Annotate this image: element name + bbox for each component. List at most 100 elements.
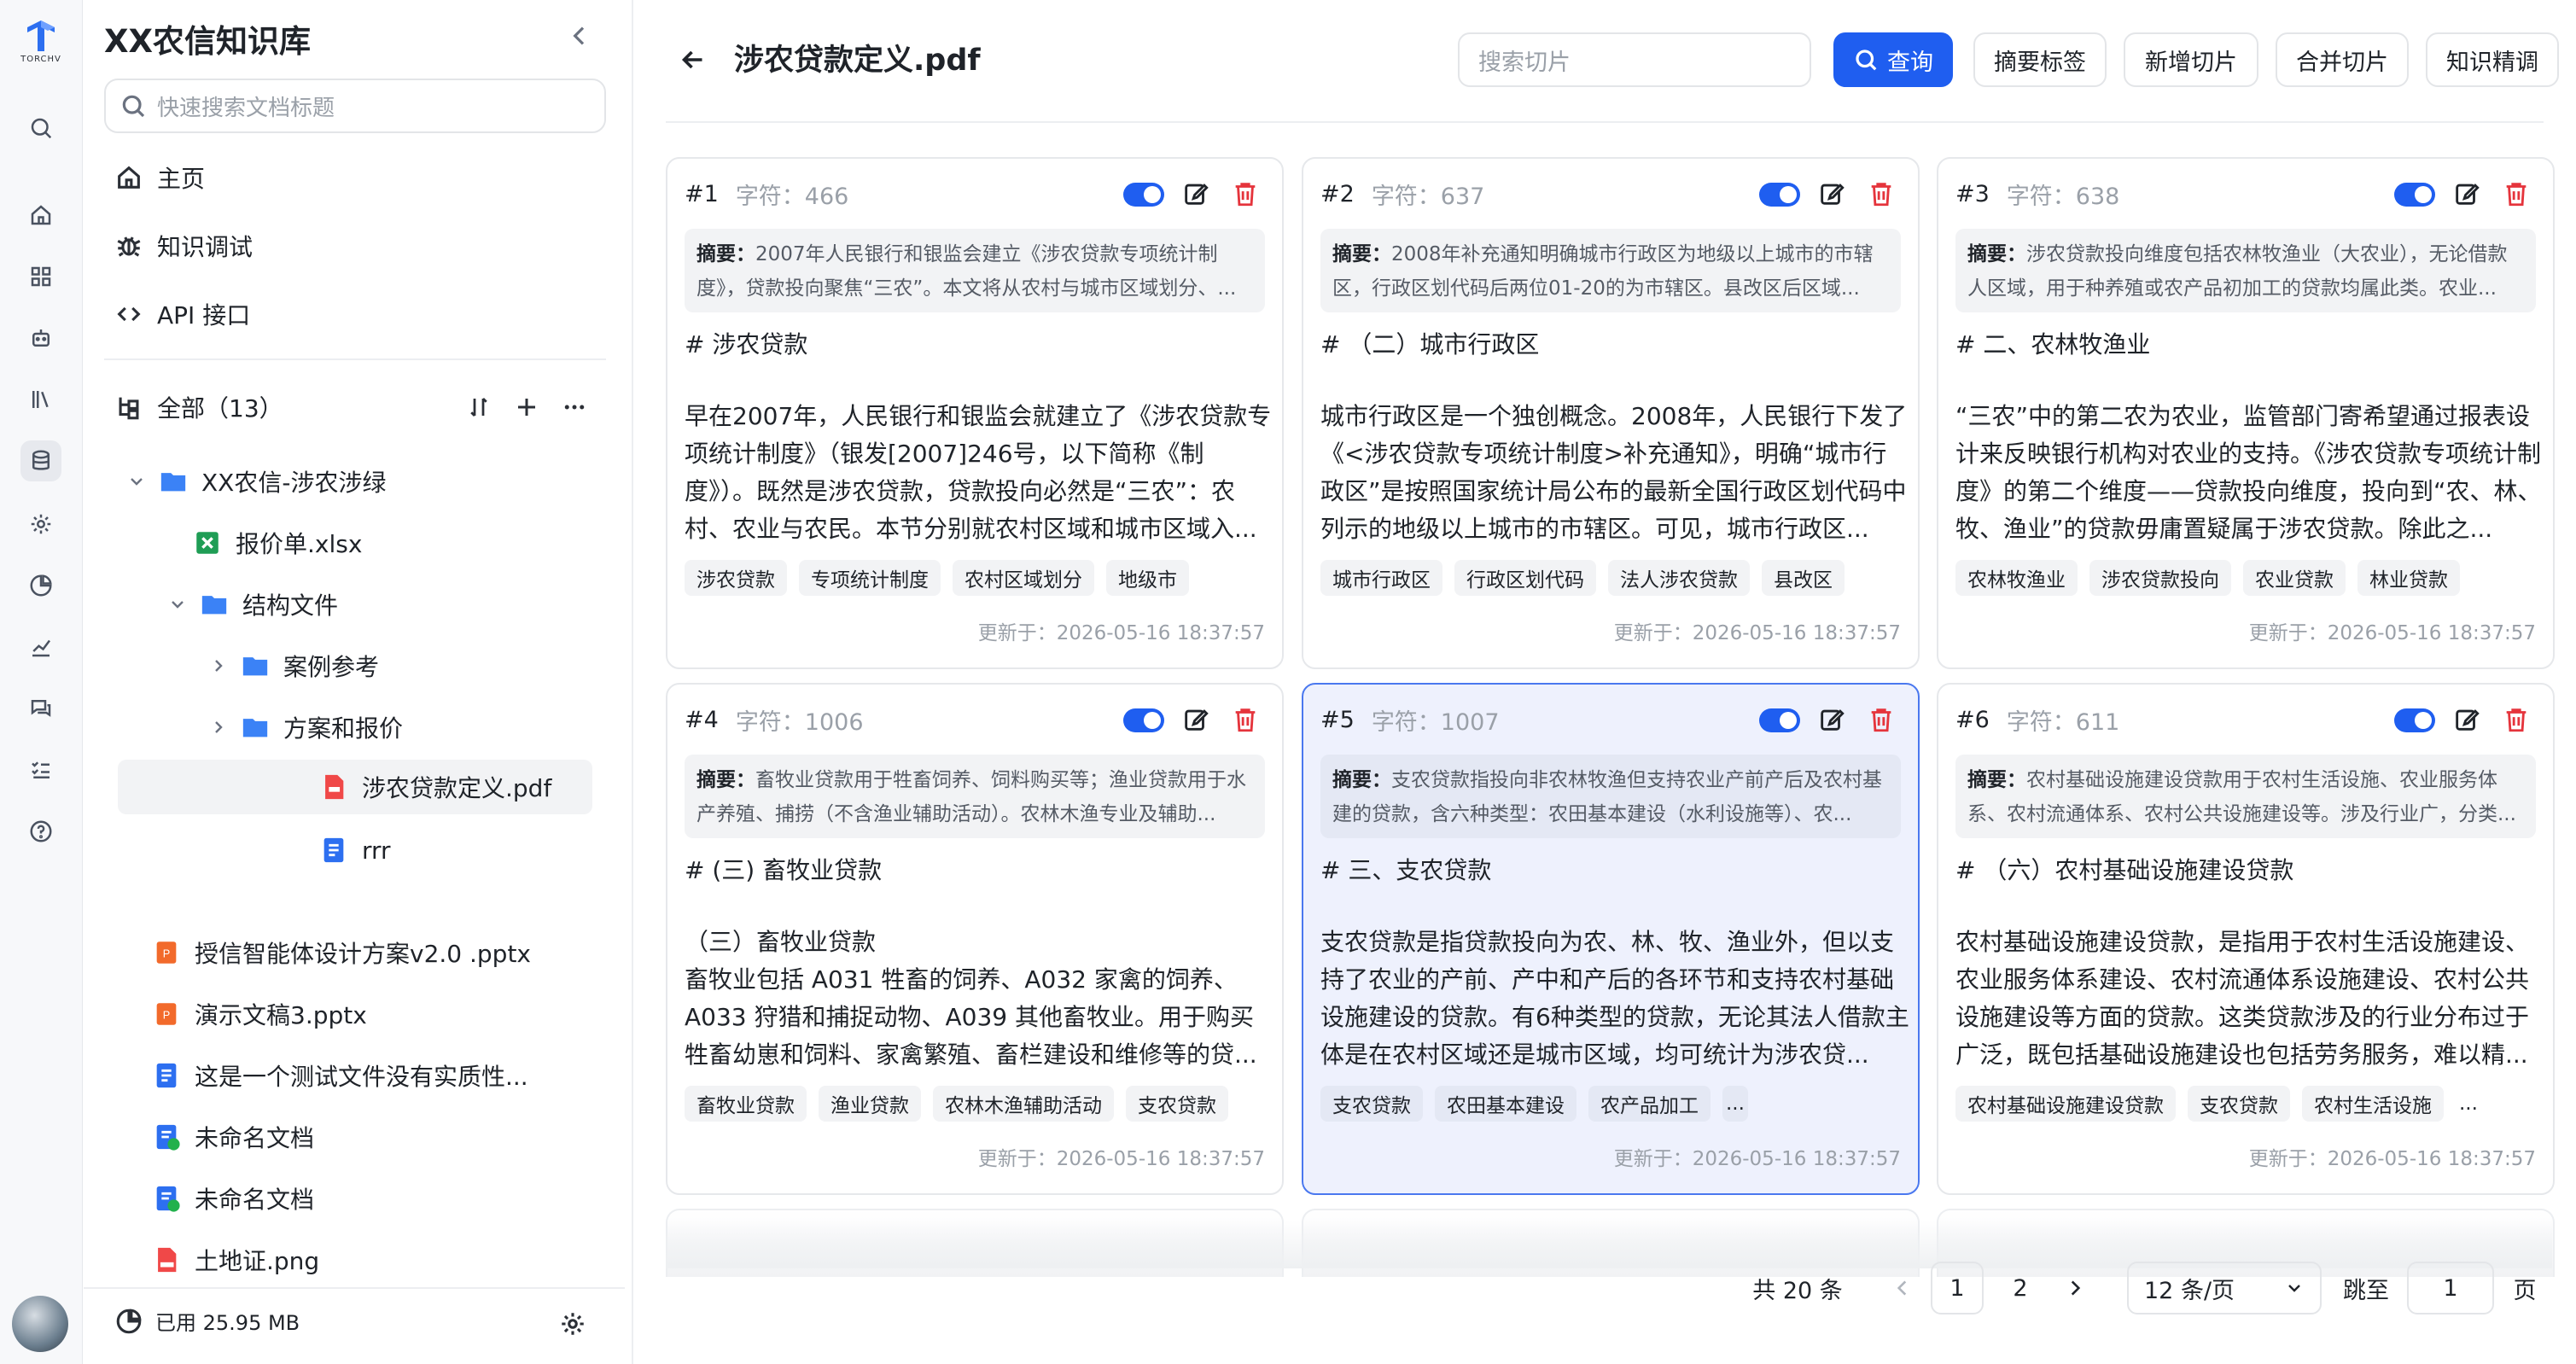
- summary-label: 摘要：: [696, 769, 755, 791]
- chunk-tag[interactable]: 农田基本建设: [1435, 1086, 1576, 1122]
- nav-api[interactable]: API 接口: [114, 287, 250, 341]
- rail-home[interactable]: [20, 195, 61, 236]
- edit-icon[interactable]: [1181, 705, 1210, 734]
- edit-icon[interactable]: [1181, 179, 1210, 208]
- summary-tags-button[interactable]: 摘要标签: [1973, 32, 2107, 87]
- tree-folder-quotes[interactable]: 方案和报价: [208, 700, 601, 755]
- trash-icon[interactable]: [1867, 705, 1896, 734]
- rail-chat[interactable]: [20, 688, 61, 729]
- avatar[interactable]: [12, 1296, 68, 1352]
- chunk-tag[interactable]: 地级市: [1106, 560, 1189, 596]
- page-size-select[interactable]: 12 条/页: [2127, 1262, 2322, 1314]
- tree-file-pdf-selected[interactable]: 涉农贷款定义.pdf: [118, 760, 592, 814]
- chunk-tag[interactable]: 支农贷款: [1126, 1086, 1228, 1122]
- edit-icon[interactable]: [2452, 179, 2481, 208]
- rail-agent[interactable]: [20, 318, 61, 358]
- add-icon[interactable]: [514, 394, 539, 420]
- chunk-tag[interactable]: 农村基础设施建设贷款: [1955, 1086, 2176, 1122]
- more-tags[interactable]: ...: [2456, 1086, 2481, 1122]
- rail-search[interactable]: [20, 108, 61, 149]
- chunk-tag[interactable]: 林业贷款: [2357, 560, 2460, 596]
- rail-library[interactable]: [20, 379, 61, 420]
- gear-icon[interactable]: [558, 1309, 587, 1338]
- tree-file-pptx[interactable]: P 演示文稿3.pptx: [152, 987, 613, 1041]
- chunk-tag[interactable]: 农村生活设施: [2302, 1086, 2444, 1122]
- app-logo[interactable]: TORCHV: [19, 19, 63, 70]
- page-2-button[interactable]: 2: [1994, 1262, 2047, 1314]
- rail-apps[interactable]: [20, 256, 61, 297]
- chunk-tag[interactable]: 农林牧渔业: [1955, 560, 2078, 596]
- chunk-tag[interactable]: 法人涉农贷款: [1608, 560, 1750, 596]
- tree-file-pptx[interactable]: P 授信智能体设计方案v2.0 .pptx: [152, 925, 613, 980]
- chunk-tag[interactable]: 行政区划代码: [1454, 560, 1596, 596]
- edit-icon[interactable]: [2452, 705, 2481, 734]
- more-icon[interactable]: [562, 394, 587, 420]
- knowledge-finetune-button[interactable]: 知识精调: [2426, 32, 2559, 87]
- trash-icon[interactable]: [2502, 705, 2531, 734]
- tree-folder-cases[interactable]: 案例参考: [208, 638, 601, 693]
- chunk-tag[interactable]: 畜牧业贷款: [685, 1086, 807, 1122]
- query-button[interactable]: 查询: [1833, 32, 1953, 87]
- chunk-tag[interactable]: 县改区: [1762, 560, 1845, 596]
- chunk-header: #6 字符：611: [1955, 703, 2119, 737]
- tree-file-doc[interactable]: 未命名文档: [152, 1171, 613, 1226]
- tree-file-xlsx[interactable]: 报价单.xlsx: [193, 516, 603, 570]
- chunk-enable-toggle[interactable]: [1759, 183, 1800, 207]
- chunk-card[interactable]: #1 字符：466 摘要：2007年人民银行和银监会建立《涉农贷款专项统计制度》…: [666, 157, 1284, 669]
- chunk-tag[interactable]: 农业贷款: [2243, 560, 2346, 596]
- chunk-tag[interactable]: 涉农贷款投向: [2089, 560, 2231, 596]
- chunk-card[interactable]: #6 字符：611 摘要：农村基础设施建设贷款用于农村生活设施、农业服务体系、农…: [1937, 683, 2555, 1195]
- edit-icon[interactable]: [1817, 705, 1846, 734]
- chunk-enable-toggle[interactable]: [2394, 183, 2435, 207]
- next-page-button[interactable]: [2057, 1262, 2093, 1314]
- rail-help[interactable]: [20, 811, 61, 852]
- merge-chunks-button[interactable]: 合并切片: [2276, 32, 2409, 87]
- chunk-enable-toggle[interactable]: [1123, 183, 1164, 207]
- jump-page-input[interactable]: 1: [2407, 1262, 2494, 1314]
- chunk-enable-toggle[interactable]: [1759, 708, 1800, 732]
- chunk-tag[interactable]: 渔业贷款: [819, 1086, 921, 1122]
- chunk-tag[interactable]: 农林木渔辅助活动: [933, 1086, 1114, 1122]
- chunk-enable-toggle[interactable]: [1123, 708, 1164, 732]
- trash-icon[interactable]: [1231, 179, 1260, 208]
- chunk-card[interactable]: #2 字符：637 摘要：2008年补充通知明确城市行政区为地级以上城市的市辖区…: [1302, 157, 1920, 669]
- tree-file-doc[interactable]: 这是一个测试文件没有实质性...: [152, 1048, 613, 1103]
- trash-icon[interactable]: [1867, 179, 1896, 208]
- nav-debug[interactable]: 知识调试: [114, 219, 253, 273]
- back-arrow-icon[interactable]: [678, 44, 708, 75]
- chunk-card[interactable]: #3 字符：638 摘要：涉农贷款投向维度包括农林牧渔业（大农业），无论借款人区…: [1937, 157, 2555, 669]
- page-1-button[interactable]: 1: [1931, 1262, 1984, 1314]
- chunk-tag[interactable]: 农产品加工: [1588, 1086, 1711, 1122]
- icon-rail: TORCHV: [0, 0, 83, 1364]
- tree-file-png[interactable]: 土地证.png: [152, 1233, 613, 1287]
- chunk-tag[interactable]: 专项统计制度: [799, 560, 941, 596]
- rail-tasks[interactable]: [20, 749, 61, 790]
- trash-icon[interactable]: [2502, 179, 2531, 208]
- tree-file-rrr[interactable]: rrr: [319, 823, 601, 877]
- rail-knowledge[interactable]: [20, 440, 61, 481]
- chunk-enable-toggle[interactable]: [2394, 708, 2435, 732]
- tree-folder-root[interactable]: XX农信-涉农涉绿: [126, 454, 604, 509]
- chunk-card[interactable]: #5 字符：1007 摘要：支农贷款指投向非农林牧渔但支持农业产前产后及农村基建…: [1302, 683, 1920, 1195]
- chunk-search-input[interactable]: 搜索切片: [1458, 32, 1811, 87]
- chunk-tag[interactable]: 支农贷款: [1320, 1086, 1423, 1122]
- chunk-tag[interactable]: 农村区域划分: [953, 560, 1094, 596]
- add-chunk-button[interactable]: 新增切片: [2124, 32, 2258, 87]
- collapse-sidebar-icon[interactable]: [566, 22, 593, 50]
- rail-analytics[interactable]: [20, 627, 61, 667]
- tree-folder-structure[interactable]: 结构文件: [167, 577, 603, 632]
- doc-search-input[interactable]: 快速搜索文档标题: [104, 79, 606, 133]
- chunk-tag[interactable]: 支农贷款: [2188, 1086, 2290, 1122]
- chunk-tag[interactable]: 城市行政区: [1320, 560, 1442, 596]
- trash-icon[interactable]: [1231, 705, 1260, 734]
- prev-page-button[interactable]: [1885, 1262, 1920, 1314]
- more-tags[interactable]: ...: [1722, 1086, 1748, 1122]
- edit-icon[interactable]: [1817, 179, 1846, 208]
- nav-home[interactable]: 主页: [114, 150, 205, 205]
- chunk-card[interactable]: #4 字符：1006 摘要：畜牧业贷款用于牲畜饲养、饲料购买等；渔业贷款用于水产…: [666, 683, 1284, 1195]
- sort-icon[interactable]: [466, 394, 492, 420]
- rail-settings[interactable]: [20, 504, 61, 545]
- tree-file-doc[interactable]: 未命名文档: [152, 1110, 613, 1164]
- chunk-tag[interactable]: 涉农贷款: [685, 560, 787, 596]
- rail-stats[interactable]: [20, 565, 61, 606]
